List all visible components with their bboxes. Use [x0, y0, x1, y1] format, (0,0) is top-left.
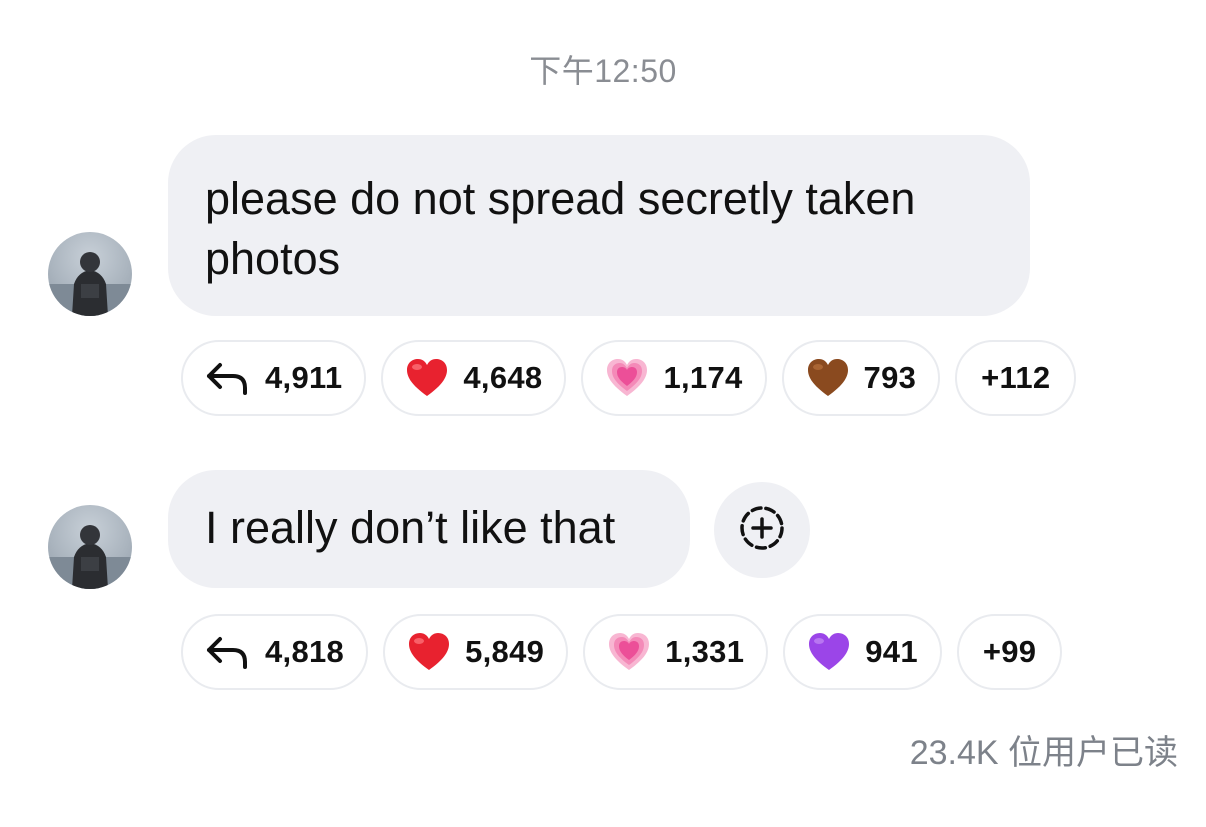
red-heart-icon — [405, 358, 449, 398]
reaction-count: 1,174 — [663, 360, 743, 395]
reaction-count: 4,648 — [463, 360, 543, 395]
add-reaction-button[interactable] — [714, 482, 810, 578]
reaction-red-heart[interactable]: 5,849 — [383, 614, 569, 690]
message-text: please do not spread secretly taken phot… — [205, 173, 916, 284]
more-reactions-count: +112 — [981, 360, 1051, 395]
reply-count: 4,911 — [265, 360, 343, 395]
reaction-growing-heart[interactable]: 1,331 — [583, 614, 769, 690]
reply-button[interactable]: 4,911 — [181, 340, 367, 416]
purple-heart-icon — [807, 632, 851, 672]
sender-avatar[interactable] — [48, 232, 132, 316]
reaction-purple-heart[interactable]: 941 — [783, 614, 942, 690]
message-bubble[interactable]: please do not spread secretly taken phot… — [168, 135, 1030, 316]
reaction-growing-heart[interactable]: 1,174 — [581, 340, 767, 416]
growing-heart-icon — [605, 358, 649, 398]
add-reaction-icon — [738, 504, 786, 557]
more-reactions-button[interactable]: +112 — [955, 340, 1077, 416]
reaction-count: 5,849 — [465, 634, 545, 669]
reaction-count: 941 — [865, 634, 918, 669]
red-heart-icon — [407, 632, 451, 672]
reaction-bar: 4,911 4,648 1,174 793 +112 — [181, 340, 1077, 416]
message-timestamp: 下午12:50 — [529, 53, 677, 89]
reaction-red-heart[interactable]: 4,648 — [381, 340, 567, 416]
reaction-count: 1,331 — [665, 634, 745, 669]
more-reactions-count: +99 — [982, 634, 1037, 669]
read-receipt: 23.4K 位用户已读 — [909, 734, 1178, 772]
reaction-brown-heart[interactable]: 793 — [781, 340, 941, 416]
reply-count: 4,818 — [265, 634, 345, 669]
growing-heart-icon — [607, 632, 651, 672]
message-text: I really don’t like that — [205, 502, 616, 553]
more-reactions-button[interactable]: +99 — [956, 614, 1063, 690]
reply-arrow-icon — [205, 635, 251, 669]
brown-heart-icon — [806, 358, 850, 398]
sender-avatar[interactable] — [48, 505, 132, 589]
reply-arrow-icon — [205, 361, 251, 395]
reaction-bar: 4,818 5,849 1,331 941 +99 — [181, 614, 1063, 690]
reply-button[interactable]: 4,818 — [181, 614, 369, 690]
reaction-count: 793 — [863, 360, 917, 395]
message-bubble[interactable]: I really don’t like that — [168, 470, 690, 588]
